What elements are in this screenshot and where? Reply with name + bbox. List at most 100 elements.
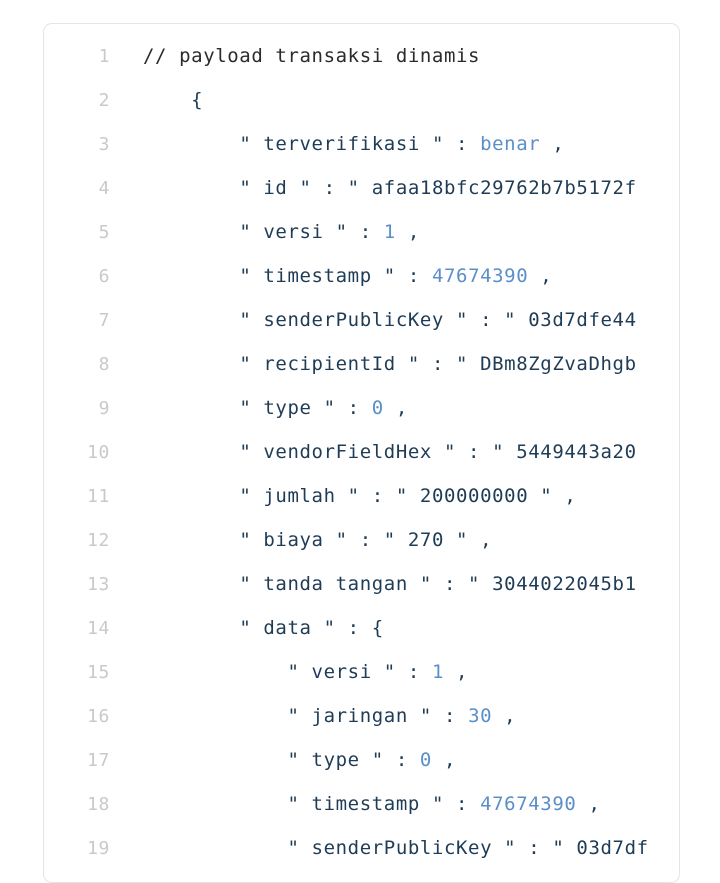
token-key: jumlah [263,485,336,507]
line-content[interactable]: " id " : " afaa18bfc29762b7b5172f [110,166,679,210]
line-content[interactable]: " terverifikasi " : benar , [110,122,679,166]
line-content[interactable]: " data " : { [110,606,679,650]
token-number: 1 [431,661,444,683]
line-content[interactable]: " versi " : 1 , [110,650,679,694]
line-content[interactable]: " timestamp " : 47674390 , [110,782,679,826]
line-number: 16 [87,706,110,727]
token-punct: " [287,793,312,815]
token-punct: , [492,705,517,727]
token-punct: " [239,265,264,287]
line-content[interactable]: " biaya " : " 270 " , [110,518,679,562]
token-punct: " [287,705,312,727]
token-punct: " : " [431,441,517,463]
code-line: 17 " type " : 0 , [44,738,679,782]
line-number: 10 [87,442,110,463]
line-number: 14 [87,618,110,639]
token-punct: " : [371,265,432,287]
token-punct: " [239,177,264,199]
code-line: 8 " recipientId " : " DBm8ZgZvaDhgb [44,342,679,386]
token-punct: " [287,661,312,683]
token-punct: " [239,617,264,639]
token-punct: " : " [395,353,481,375]
token-key: versi [311,661,372,683]
token-string: DBm8ZgZvaDhgb [480,353,637,375]
code-line: 12 " biaya " : " 270 " , [44,518,679,562]
code-line: 13 " tanda tangan " : " 3044022045b1 [44,562,679,606]
token-punct: " : " [287,177,372,199]
token-punct: " [239,529,264,551]
token-punct: " : [359,749,420,771]
token-punct: " : " [407,573,493,595]
token-number: 0 [419,749,432,771]
line-content[interactable]: " timestamp " : 47674390 , [110,254,679,298]
line-number: 8 [98,354,110,375]
token-string: 200000000 [419,485,529,507]
line-number: 12 [87,530,110,551]
line-number: 9 [98,398,110,419]
token-key: tanda tangan [263,573,408,595]
token-key: senderPublicKey [263,309,444,331]
line-number: 4 [98,178,110,199]
line-number: 17 [87,750,110,771]
line-content[interactable]: " jaringan " : 30 , [110,694,679,738]
token-punct: " [239,573,264,595]
line-content[interactable]: " type " : 0 , [110,386,679,430]
token-key: type [311,749,360,771]
line-content[interactable]: " senderPublicKey " : " 03d7df [110,826,679,870]
line-number: 15 [87,662,110,683]
token-punct: , [444,661,469,683]
line-content[interactable]: " type " : 0 , [110,738,679,782]
line-number: 6 [98,266,110,287]
line-content[interactable]: " vendorFieldHex " : " 5449443a20 [110,430,679,474]
line-content[interactable]: " versi " : 1 , [110,210,679,254]
line-number: 18 [87,794,110,815]
token-string: 03d7dfe44 [528,309,637,331]
token-punct: , [395,221,420,243]
token-key: data [263,617,312,639]
token-punct: " : " [335,485,420,507]
token-punct: { [191,89,204,111]
line-content[interactable]: " tanda tangan " : " 3044022045b1 [110,562,679,606]
token-punct: " : " [443,309,529,331]
line-content[interactable]: " senderPublicKey " : " 03d7dfe44 [110,298,679,342]
token-punct: " [239,309,264,331]
token-key: timestamp [263,265,372,287]
line-content[interactable]: // payload transaksi dinamis [110,34,679,78]
code-line: 9 " type " : 0 , [44,386,679,430]
code-line-list: 1// payload transaksi dinamis 2 {3 " terv… [44,24,679,870]
token-key: biaya [263,529,324,551]
code-line: 19 " senderPublicKey " : " 03d7df [44,826,679,870]
token-punct: " : [419,133,481,155]
token-number: 47674390 [480,793,577,815]
code-line: 14 " data " : { [44,606,679,650]
line-number: 5 [98,222,110,243]
token-punct: , [431,749,457,771]
token-punct: " [239,221,264,243]
line-content[interactable]: " recipientId " : " DBm8ZgZvaDhgb [110,342,679,386]
token-punct: , [528,265,553,287]
token-punct: " [239,441,264,463]
token-string: 270 [407,529,444,551]
line-content[interactable]: { [110,78,679,122]
token-number: 1 [383,221,396,243]
code-line: 11 " jumlah " : " 200000000 " , [44,474,679,518]
token-string: afaa18bfc29762b7b5172f [371,177,637,199]
code-line: 18 " timestamp " : 47674390 , [44,782,679,826]
line-number: 2 [98,90,110,111]
line-content[interactable]: " jumlah " : " 200000000 " , [110,474,679,518]
token-punct: " : " [323,529,408,551]
token-punct: " [239,353,264,375]
token-punct: " : [407,705,469,727]
code-line: 1 // payload transaksi dinamis [44,34,679,78]
token-key: recipientId [263,353,396,375]
token-key: versi [263,221,324,243]
